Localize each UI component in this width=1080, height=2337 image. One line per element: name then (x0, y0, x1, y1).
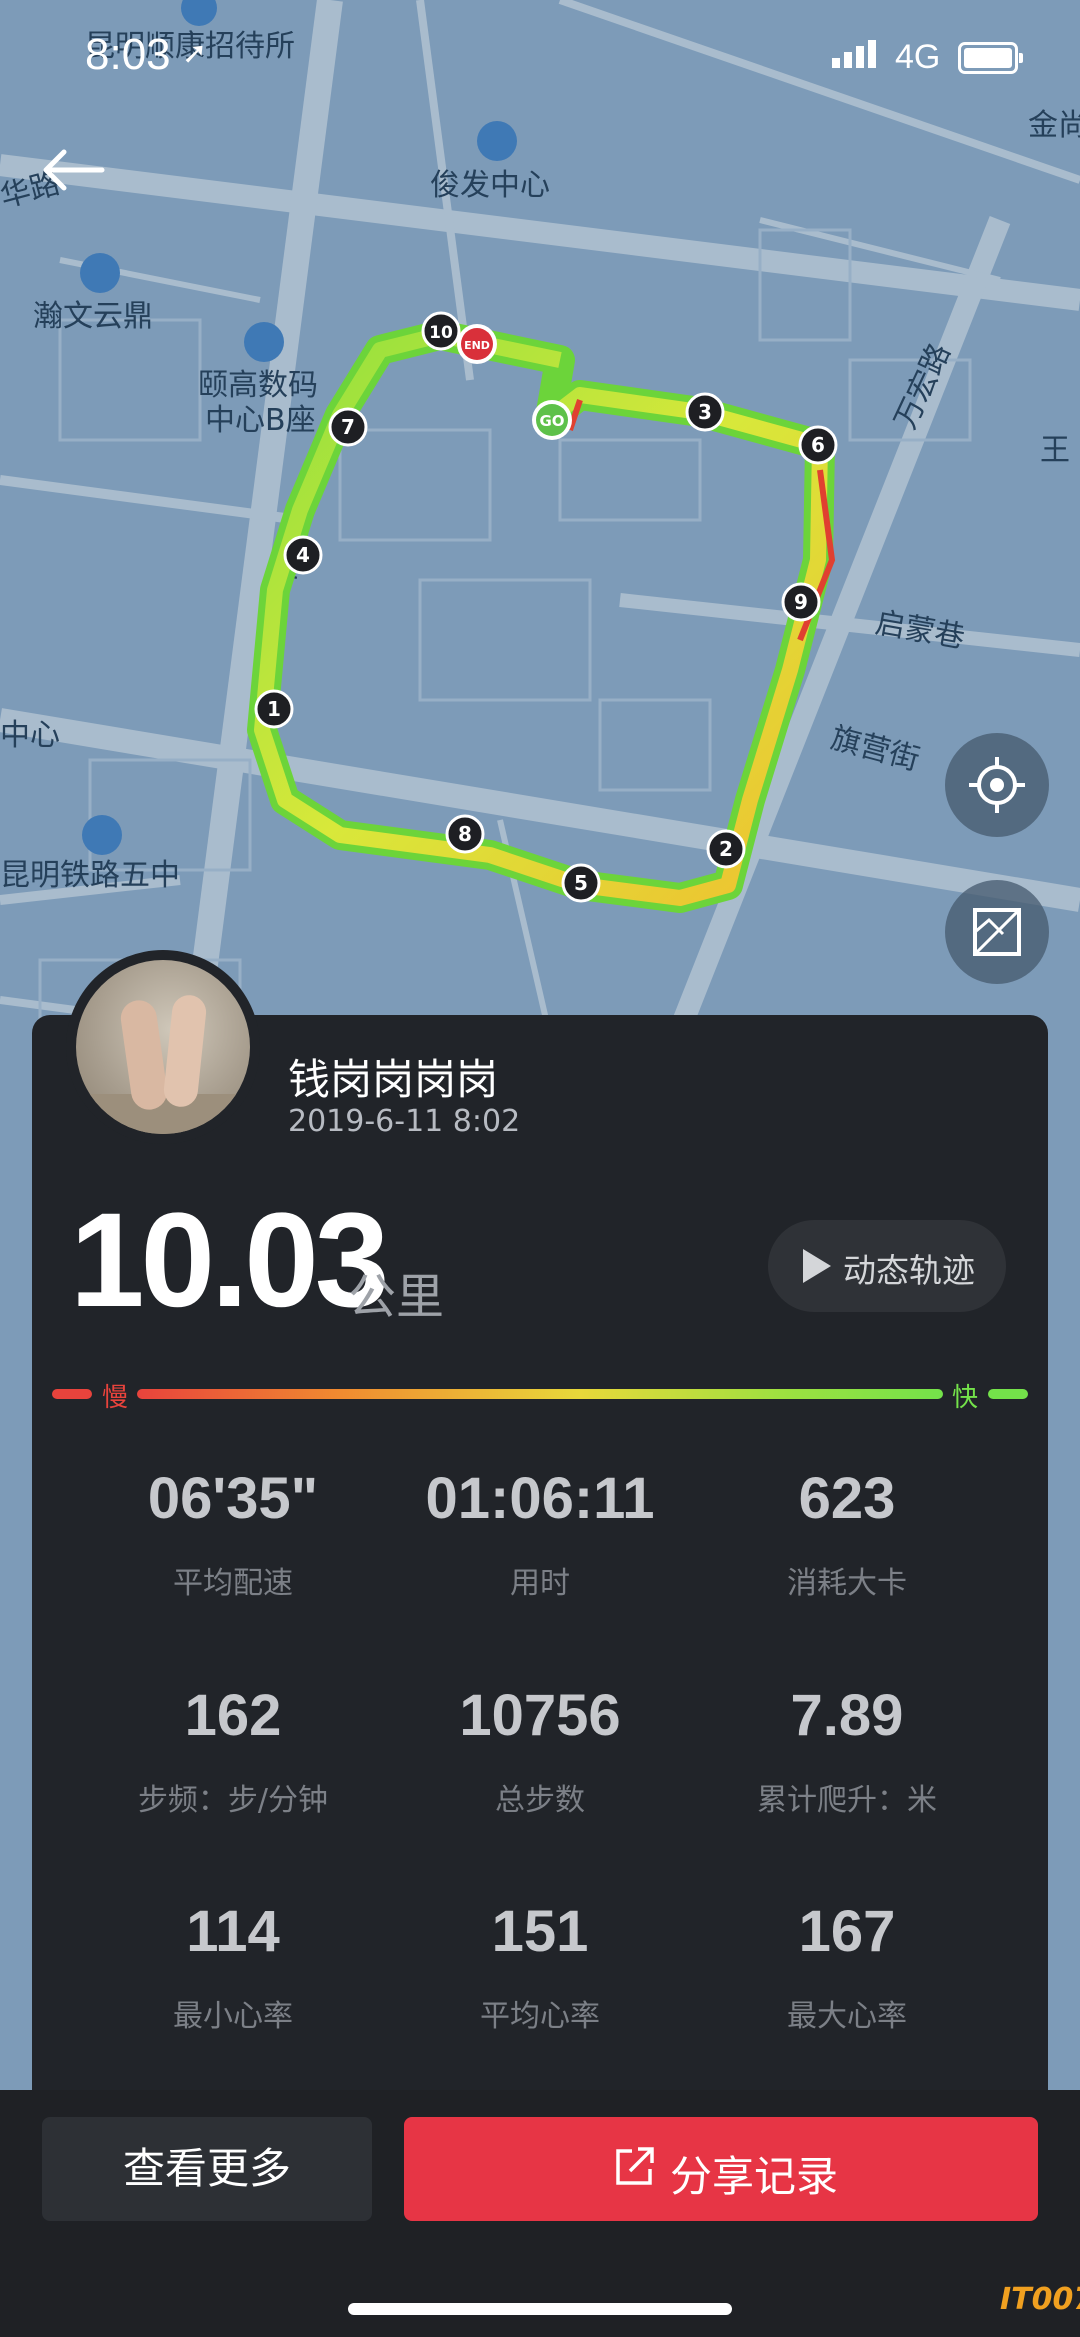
stat-value: 7.89 (790, 1683, 904, 1748)
stat-value: 151 (491, 1899, 589, 1964)
stat-max-hr: 167 最大心率 (697, 1898, 997, 2035)
stat-label: 用时 (510, 1566, 570, 1601)
speed-legend-bar (52, 1384, 1028, 1400)
crosshair-icon (969, 757, 1025, 813)
svg-text:5: 5 (574, 871, 588, 895)
map-label: 俊发中心 (430, 168, 550, 203)
distance-value: 10.03 (70, 1186, 389, 1335)
km-marker-7: 7 (328, 407, 368, 447)
map-label: 中心 (0, 718, 60, 753)
stat-duration: 01:06:11 用时 (390, 1465, 690, 1602)
map-layer-button[interactable] (945, 880, 1049, 984)
svg-text:8: 8 (458, 822, 472, 846)
avatar-photo (76, 960, 250, 1134)
stat-value: 162 (184, 1683, 282, 1748)
map-label: 中心B座 (205, 403, 316, 438)
stat-elevation: 7.89 累计爬升：米 (697, 1682, 997, 1819)
km-marker-1: 1 (254, 689, 294, 729)
stat-cadence: 162 步频：步/分钟 (83, 1682, 383, 1819)
map-label: 瀚文云鼎 (33, 299, 153, 334)
svg-text:2: 2 (719, 837, 733, 861)
end-label: END (464, 339, 490, 352)
km-marker-8: 8 (445, 814, 485, 854)
start-label: GO (539, 412, 564, 430)
stat-total-steps: 10756 总步数 (390, 1682, 690, 1819)
svg-text:6: 6 (811, 433, 825, 457)
map-layer-icon (973, 908, 1021, 956)
svg-text:4: 4 (296, 543, 310, 567)
stat-label: 平均心率 (480, 1999, 600, 2034)
signal-icon (832, 40, 880, 68)
location-arrow-icon: ➚ (182, 36, 208, 71)
user-name: 钱岗岗岗岗 (288, 1055, 499, 1104)
stat-avg-pace: 06'35" 平均配速 (83, 1465, 383, 1602)
km-marker-9: 9 (781, 582, 821, 622)
end-marker[interactable]: END (457, 324, 497, 364)
km-marker-10: 10 (421, 311, 461, 351)
replay-label: 动态轨迹 (843, 1251, 975, 1290)
stat-calories: 623 消耗大卡 (697, 1465, 997, 1602)
svg-text:10: 10 (429, 323, 453, 343)
locate-button[interactable] (945, 733, 1049, 837)
run-date: 2019-6-11 8:02 (288, 1104, 521, 1139)
avatar[interactable] (66, 950, 260, 1144)
network-type: 4G (895, 38, 941, 76)
share-icon (616, 2147, 654, 2185)
home-indicator[interactable] (348, 2303, 732, 2315)
stat-label: 平均配速 (173, 1566, 293, 1601)
stat-avg-hr: 151 平均心率 (390, 1898, 690, 2035)
map-label: 王 (1040, 433, 1070, 468)
svg-text:7: 7 (341, 415, 355, 439)
stat-value: 01:06:11 (425, 1466, 655, 1531)
watermark-logo: IT007 (1000, 2282, 1080, 2317)
stat-value: 06'35" (147, 1466, 319, 1531)
route-map[interactable]: 昆明顺康招待所 俊发中心 瀚文云鼎 颐高数码 中心B座 昆明铁路五中 中心 金尚… (0, 0, 1080, 1080)
replay-track-button[interactable]: 动态轨迹 (768, 1220, 1006, 1312)
svg-text:3: 3 (698, 400, 712, 424)
km-marker-3: 3 (685, 392, 725, 432)
back-arrow-icon[interactable] (38, 140, 108, 200)
view-more-button[interactable]: 查看更多 (42, 2117, 372, 2221)
fast-label: 快 (952, 1383, 979, 1413)
status-time: 8:03 (85, 30, 171, 79)
stat-label: 累计爬升：米 (757, 1783, 937, 1818)
km-marker-6: 6 (798, 425, 838, 465)
map-label: 昆明铁路五中 (0, 858, 180, 893)
stat-value: 10756 (459, 1683, 621, 1748)
status-bar: 8:03 ➚ 4G (0, 0, 1080, 120)
stat-value: 623 (798, 1466, 896, 1531)
stat-label: 最大心率 (787, 1999, 907, 2034)
stat-min-hr: 114 最小心率 (83, 1898, 383, 2035)
svg-text:1: 1 (267, 697, 281, 721)
stat-value: 167 (798, 1899, 896, 1964)
share-label: 分享记录 (670, 2152, 839, 2201)
stat-label: 消耗大卡 (787, 1566, 907, 1601)
km-marker-4: 4 (283, 535, 323, 575)
stat-value: 114 (186, 1899, 280, 1964)
stat-label: 步频：步/分钟 (137, 1783, 329, 1818)
map-label: 颐高数码 (198, 368, 318, 403)
play-icon (803, 1249, 831, 1283)
distance-unit: 公里 (348, 1269, 445, 1325)
svg-text:9: 9 (794, 590, 808, 614)
battery-icon (958, 42, 1023, 74)
start-marker[interactable]: GO (532, 400, 572, 440)
km-marker-5: 5 (561, 863, 601, 903)
stat-label: 最小心率 (173, 1999, 293, 2034)
slow-label: 慢 (102, 1383, 129, 1413)
map-background (0, 0, 1080, 1080)
share-record-button[interactable]: 分享记录 (404, 2117, 1038, 2221)
km-marker-2: 2 (706, 829, 746, 869)
stat-label: 总步数 (495, 1783, 585, 1818)
